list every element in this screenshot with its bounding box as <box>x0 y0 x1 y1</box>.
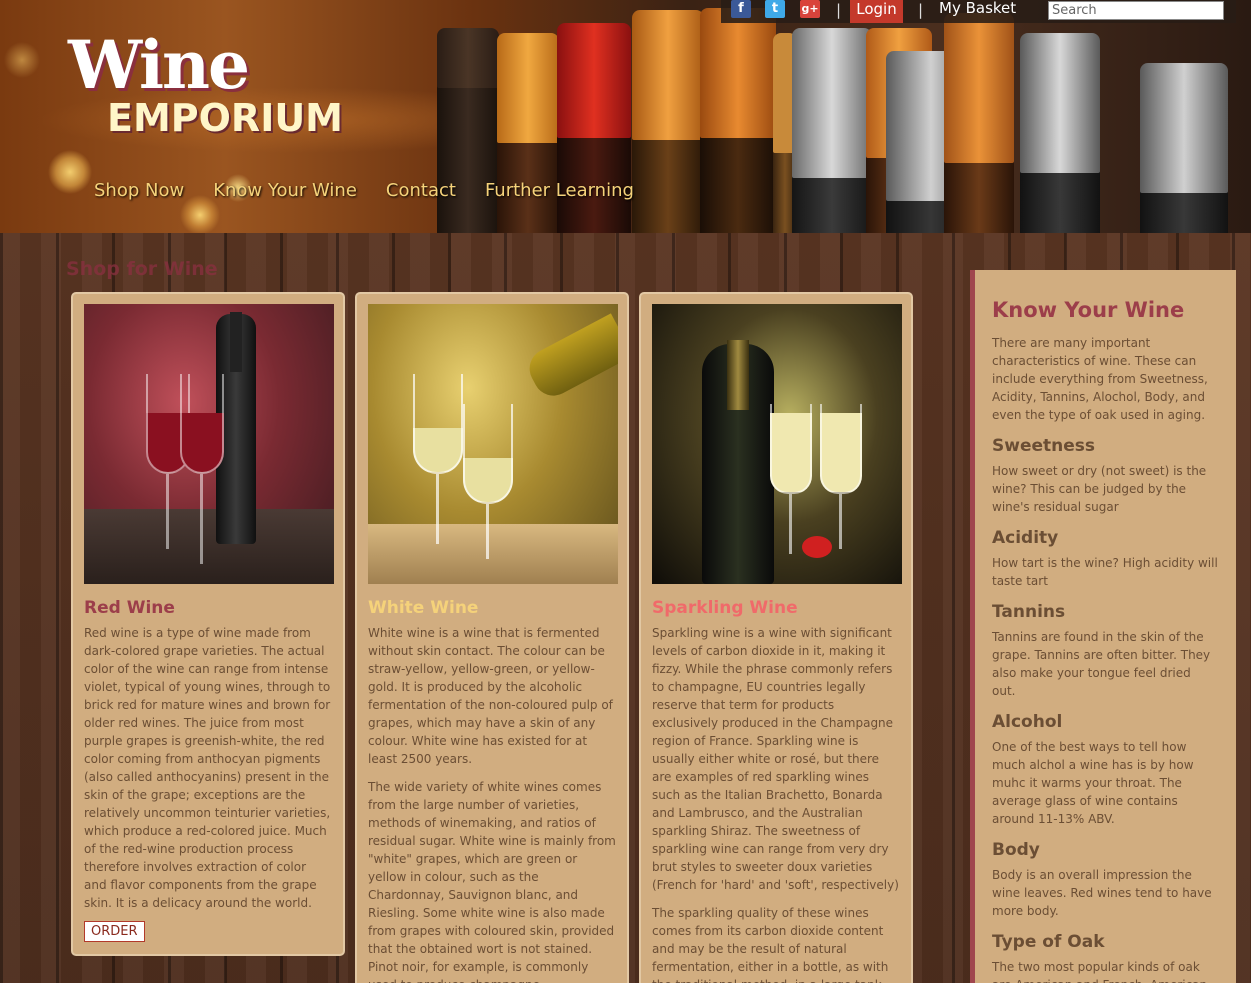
wine-card-white: White Wine White wine is a wine that is … <box>355 292 629 983</box>
sidebar-text: How tart is the wine? High acidity will … <box>992 556 1218 588</box>
know-your-wine-sidebar: Know Your Wine There are many important … <box>970 270 1236 983</box>
search-input[interactable] <box>1048 1 1224 20</box>
sidebar-heading-type-of-oak: Type of Oak <box>992 932 1105 952</box>
card-text: White wine is a wine that is fermented w… <box>368 626 613 766</box>
login-button[interactable]: Login <box>850 0 903 23</box>
sparkling-wine-image <box>652 304 902 584</box>
wine-card-sparkling: Sparkling Wine Sparkling wine is a wine … <box>639 292 913 983</box>
white-wine-image <box>368 304 618 584</box>
card-text: The sparkling quality of these wines com… <box>652 906 889 983</box>
card-text: Sparkling wine is a wine with significan… <box>652 626 899 892</box>
my-basket-link[interactable]: My Basket <box>939 0 1016 16</box>
bottle-decoration <box>700 8 776 233</box>
sidebar-heading-sweetness: Sweetness <box>992 436 1096 456</box>
card-title: Red Wine <box>84 598 175 618</box>
card-title: Sparkling Wine <box>652 598 798 618</box>
bottle-decoration <box>497 33 559 233</box>
sidebar-text: One of the best ways to tell how much al… <box>992 740 1194 826</box>
card-text: The wide variety of white wines comes fr… <box>368 780 616 983</box>
sidebar-title: Know Your Wine <box>992 298 1185 322</box>
sidebar-text: The two most popular kinds of oak are Am… <box>992 960 1207 983</box>
order-button[interactable]: ORDER <box>84 921 145 942</box>
sidebar-heading-acidity: Acidity <box>992 528 1059 548</box>
sidebar-heading-alcohol: Alcohol <box>992 712 1063 732</box>
divider: | <box>836 1 842 19</box>
nav-know-your-wine[interactable]: Know Your Wine <box>213 180 357 201</box>
sidebar-heading-body: Body <box>992 840 1040 860</box>
sidebar-text: Body is an overall impression the wine l… <box>992 868 1212 918</box>
header-banner: Wine EMPORIUM Shop Now Know Your Wine Co… <box>0 0 1251 233</box>
nav-contact[interactable]: Contact <box>386 180 456 201</box>
bottle-decoration <box>632 10 704 233</box>
bottle-decoration <box>944 13 1014 233</box>
main-nav: Shop Now Know Your Wine Contact Further … <box>94 180 634 201</box>
sidebar-text: Tannins are found in the skin of the gra… <box>992 630 1211 698</box>
logo-emporium[interactable]: EMPORIUM <box>107 96 343 140</box>
facebook-icon[interactable]: f <box>731 0 751 18</box>
logo-wine[interactable]: Wine <box>68 26 250 104</box>
google-plus-icon[interactable]: g+ <box>800 0 820 18</box>
nav-shop-now[interactable]: Shop Now <box>94 180 184 201</box>
sidebar-text: How sweet or dry (not sweet) is the wine… <box>992 464 1207 514</box>
bottle-decoration <box>1020 33 1100 233</box>
divider: | <box>918 1 924 19</box>
red-wine-image <box>84 304 334 584</box>
card-text: Red wine is a type of wine made from dar… <box>84 626 331 910</box>
card-title: White Wine <box>368 598 479 618</box>
sidebar-intro: There are many important characteristics… <box>992 336 1208 422</box>
sidebar-heading-tannins: Tannins <box>992 602 1066 622</box>
section-title: Shop for Wine <box>66 258 218 280</box>
top-bar: f t g+ | Login | My Basket <box>721 0 1236 23</box>
bottle-decoration <box>1140 63 1228 233</box>
bottle-decoration <box>792 28 872 233</box>
nav-further-learning[interactable]: Further Learning <box>485 180 634 201</box>
wine-card-red: Red Wine Red wine is a type of wine made… <box>71 292 345 956</box>
bottle-decoration <box>557 23 631 233</box>
twitter-icon[interactable]: t <box>765 0 785 18</box>
bottle-decoration <box>437 28 499 233</box>
